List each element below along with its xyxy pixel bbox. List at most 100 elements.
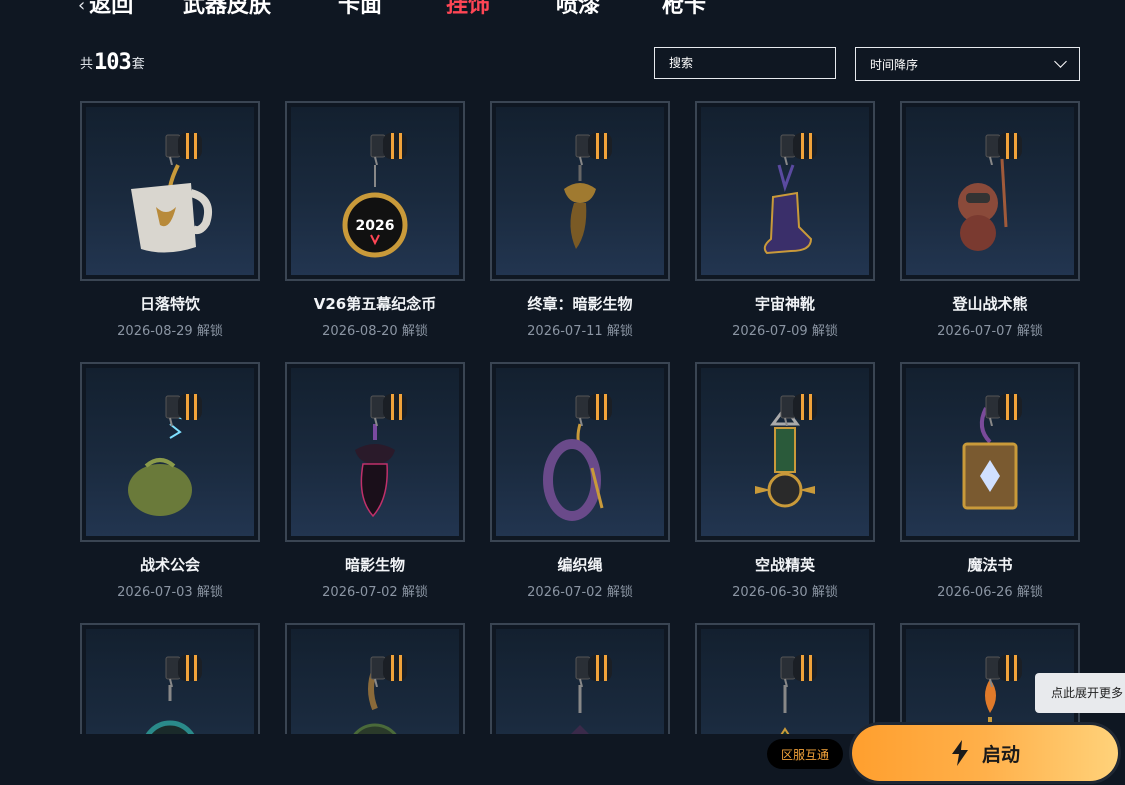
search-input[interactable] — [654, 47, 836, 79]
charm-thumbnail — [490, 623, 670, 734]
keychain-clip-icon — [370, 655, 407, 687]
charm-thumbnail — [695, 623, 875, 734]
launch-label: 启动 — [981, 743, 1020, 766]
charm-name: 暗影生物 — [344, 556, 405, 574]
keychain-clip-icon — [165, 394, 202, 426]
keychain-clip-icon — [780, 394, 817, 426]
braided-rope-charm-image — [496, 368, 664, 536]
keychain-clip-icon — [165, 655, 202, 687]
purple-blade-charm-image — [496, 629, 664, 734]
green-orb-charm-image — [291, 629, 459, 734]
keychain-clip-icon — [370, 133, 407, 165]
charm-card[interactable]: 登山战术熊 2026-07-07 解锁 — [900, 101, 1080, 339]
charm-name: 终章：暗影生物 — [527, 295, 633, 313]
charm-card[interactable]: 终章：暗影生物 2026-07-11 解锁 — [490, 101, 670, 339]
keychain-clip-icon — [780, 133, 817, 165]
charm-unlock-date: 2026-06-30 解锁 — [732, 585, 838, 600]
charm-card[interactable] — [80, 623, 260, 734]
charm-thumbnail — [900, 101, 1080, 281]
charm-card[interactable]: 空战精英 2026-06-30 解锁 — [695, 362, 875, 600]
sort-select[interactable]: 时间降序 — [855, 47, 1080, 81]
region-interop-button[interactable]: 区服互通 — [767, 739, 843, 769]
back-label: 返回 — [89, 0, 134, 18]
charm-thumbnail — [80, 623, 260, 734]
charm-thumbnail — [695, 362, 875, 542]
charm-name: 空战精英 — [754, 556, 815, 574]
keychain-clip-icon — [575, 655, 612, 687]
charm-card[interactable]: 2026 V26第五幕纪念币 2026-08-20 解锁 — [285, 101, 465, 339]
charm-name: 战术公会 — [139, 556, 200, 574]
charm-unlock-date: 2026-07-09 解锁 — [732, 324, 838, 339]
tab-charms[interactable]: 挂饰 — [446, 0, 490, 24]
svg-text:2026: 2026 — [356, 218, 395, 234]
charm-thumbnail — [490, 362, 670, 542]
keychain-clip-icon — [985, 133, 1022, 165]
charm-thumbnail — [80, 362, 260, 542]
expand-tooltip[interactable]: 点此展开更多 — [1035, 673, 1125, 713]
charm-unlock-date: 2026-07-02 解锁 — [322, 585, 428, 600]
item-count: 共 103 套 — [80, 50, 145, 75]
coin-charm-image: 2026 — [291, 107, 459, 275]
magic-book-charm-image — [906, 368, 1074, 536]
charm-card[interactable] — [695, 623, 875, 734]
boot-charm-image — [701, 107, 869, 275]
charm-card[interactable]: 日落特饮 2026-08-29 解锁 — [80, 101, 260, 339]
keychain-clip-icon — [985, 394, 1022, 426]
count-prefix: 共 — [80, 57, 94, 72]
charm-name: 魔法书 — [967, 556, 1013, 574]
charm-card[interactable] — [490, 623, 670, 734]
charm-thumbnail: 2026 — [285, 101, 465, 281]
charm-thumbnail — [285, 362, 465, 542]
lightning-icon — [951, 740, 968, 766]
count-suffix: 套 — [131, 57, 145, 72]
charm-card[interactable]: 编织绳 2026-07-02 解锁 — [490, 362, 670, 600]
keychain-clip-icon — [370, 394, 407, 426]
charm-name: 登山战术熊 — [952, 295, 1028, 313]
charm-unlock-date: 2026-08-20 解锁 — [322, 324, 428, 339]
charm-card[interactable]: 暗影生物 2026-07-02 解锁 — [285, 362, 465, 600]
charm-thumbnail — [490, 101, 670, 281]
wings-medal-charm-image — [701, 368, 869, 536]
charm-card[interactable]: 战术公会 2026-07-03 解锁 — [80, 362, 260, 600]
charm-unlock-date: 2026-07-07 解锁 — [937, 324, 1043, 339]
count-number: 103 — [94, 50, 132, 75]
green-triangle-charm-image — [701, 629, 869, 734]
shadow-creature-gold-charm-image — [496, 107, 664, 275]
charm-unlock-date: 2026-07-02 解锁 — [527, 585, 633, 600]
tab-weapon-skins[interactable]: 武器皮肤 — [183, 0, 271, 24]
shadow-creature-charm-image — [291, 368, 459, 536]
launch-button[interactable]: 启动 — [852, 725, 1118, 781]
charm-unlock-date: 2026-07-03 解锁 — [117, 585, 223, 600]
keychain-clip-icon — [780, 655, 817, 687]
mug-charm-image — [86, 107, 254, 275]
tab-cards[interactable]: 卡面 — [338, 0, 382, 24]
bear-charm-image — [906, 107, 1074, 275]
charm-card[interactable] — [285, 623, 465, 734]
keychain-clip-icon — [165, 133, 202, 165]
tab-sprays[interactable]: 喷漆 — [556, 0, 600, 24]
keychain-clip-icon — [575, 394, 612, 426]
charm-name: 编织绳 — [557, 556, 603, 574]
charm-thumbnail — [900, 362, 1080, 542]
charm-thumbnail — [80, 101, 260, 281]
charm-thumbnail — [285, 623, 465, 734]
chevron-left-icon: ‹ — [78, 0, 86, 16]
charm-name: 宇宙神靴 — [754, 295, 815, 313]
charm-grid: 日落特饮 2026-08-29 解锁 2026 V26第五幕纪念币 2026-08-20… — [80, 101, 1080, 734]
charm-thumbnail — [695, 101, 875, 281]
chevron-down-icon — [1054, 55, 1067, 68]
charm-unlock-date: 2026-06-26 解锁 — [937, 585, 1043, 600]
top-nav: ‹ 返回 武器皮肤 卡面 挂饰 喷漆 枪卡 — [0, 0, 800, 24]
keychain-clip-icon — [575, 133, 612, 165]
sleepy-creature-charm-image — [86, 368, 254, 536]
keychain-clip-icon — [985, 655, 1022, 687]
teal-pendant-charm-image — [86, 629, 254, 734]
back-button[interactable]: ‹ 返回 — [78, 0, 133, 24]
charm-name: V26第五幕纪念币 — [313, 295, 437, 313]
charm-unlock-date: 2026-07-11 解锁 — [527, 324, 633, 339]
tab-player-cards[interactable]: 枪卡 — [662, 0, 706, 24]
charm-name: 日落特饮 — [139, 295, 200, 313]
charm-unlock-date: 2026-08-29 解锁 — [117, 324, 223, 339]
charm-card[interactable]: 魔法书 2026-06-26 解锁 — [900, 362, 1080, 600]
charm-card[interactable]: 宇宙神靴 2026-07-09 解锁 — [695, 101, 875, 339]
